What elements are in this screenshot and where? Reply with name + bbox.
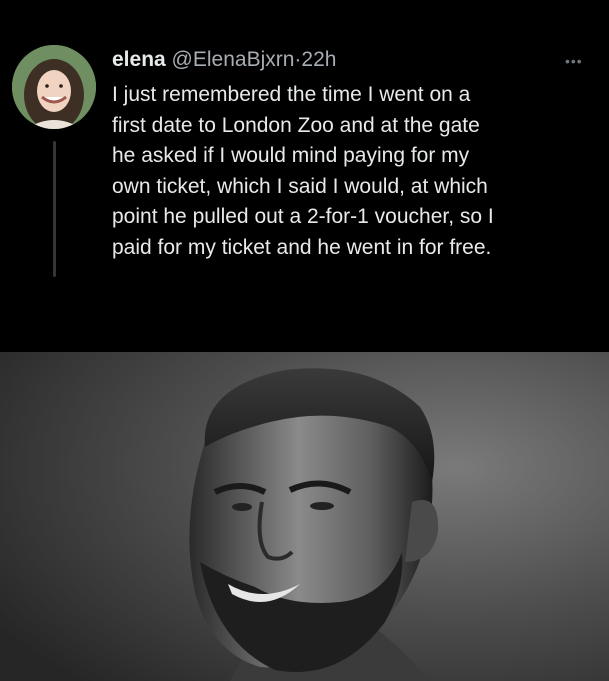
tweet-header: elena @ElenaBjxrn·22h: [112, 46, 336, 74]
tweet-text-line: I just remembered the time I went on a: [112, 83, 471, 106]
thread-line: [53, 141, 56, 277]
bearded-man-portrait: [0, 352, 609, 681]
tweet-text-line: he asked if I would mind paying for my: [112, 144, 470, 167]
tweet-text-line: first date to London Zoo and at the gate: [112, 113, 480, 137]
more-dots-icon[interactable]: •••: [565, 54, 583, 68]
user-handle[interactable]: @ElenaBjxrn: [172, 48, 295, 71]
avatar-image: [12, 45, 96, 129]
tweet-text: I just remembered the time I went on a f…: [112, 80, 592, 263]
avatar[interactable]: [12, 45, 96, 129]
display-name[interactable]: elena: [112, 48, 166, 71]
tweet-text-line: point he pulled out a 2-for-1 voucher, s…: [112, 205, 494, 228]
reaction-image: [0, 352, 609, 681]
timestamp[interactable]: 22h: [301, 48, 336, 71]
tweet-card: elena @ElenaBjxrn·22h ••• I just remembe…: [0, 0, 609, 352]
tweet-text-line: paid for my ticket and he went in for fr…: [112, 235, 492, 259]
tweet-text-line: own ticket, which I said I would, at whi…: [112, 174, 488, 198]
